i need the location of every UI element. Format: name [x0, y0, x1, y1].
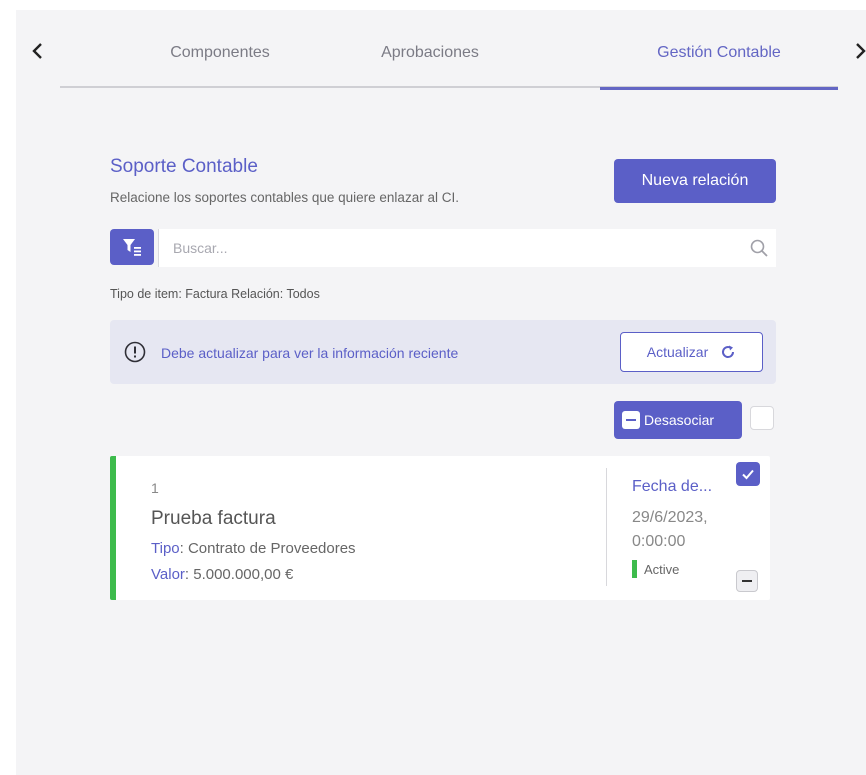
status-text: Active — [644, 561, 680, 577]
card-date-value: 29/6/2023, 0:00:00 — [632, 509, 708, 550]
status-badge: Active — [632, 560, 679, 578]
alert-message: Debe actualizar para ver la información … — [161, 345, 459, 361]
card-type: Tipo: Contrato de Proveedores — [151, 540, 356, 557]
select-all-checkbox[interactable] — [750, 406, 774, 430]
minus-icon — [742, 580, 752, 582]
search-icon[interactable] — [742, 231, 776, 265]
card-date-label: Fecha de... — [632, 478, 713, 495]
chevron-right-icon[interactable] — [848, 36, 866, 66]
refresh-icon — [722, 345, 735, 358]
collapse-button[interactable] — [736, 570, 758, 592]
refresh-button[interactable]: Actualizar — [620, 332, 763, 372]
tab-gestion-contable[interactable]: Gestión Contable — [600, 36, 838, 90]
filter-icon — [123, 239, 141, 256]
card-value-label: Valor — [151, 566, 185, 583]
search-input[interactable] — [159, 229, 742, 267]
chevron-left-icon[interactable] — [26, 36, 50, 66]
tab-componentes[interactable]: Componentes — [130, 36, 310, 88]
search-box — [158, 229, 776, 267]
card-type-label: Tipo — [151, 540, 180, 557]
section-title: Soporte Contable — [110, 156, 258, 177]
filter-summary: Tipo de item: Factura Relación: Todos — [110, 287, 320, 301]
new-relation-button[interactable]: Nueva relación — [614, 159, 776, 203]
refresh-alert: Debe actualizar para ver la información … — [110, 320, 776, 384]
check-icon — [742, 469, 754, 480]
tab-bar: Componentes Aprobaciones Gestión Contabl… — [60, 36, 838, 90]
support-card[interactable]: 1 Prueba factura Tipo: Contrato de Prove… — [110, 456, 770, 600]
filter-button[interactable] — [110, 229, 154, 265]
main-panel — [16, 10, 866, 775]
card-type-value: : Contrato de Proveedores — [179, 540, 356, 557]
card-value: Valor: 5.000.000,00 € — [151, 566, 293, 583]
info-exclamation-icon — [124, 341, 146, 363]
card-title: Prueba factura — [151, 508, 276, 529]
card-divider — [606, 468, 607, 586]
tab-aprobaciones[interactable]: Aprobaciones — [320, 36, 540, 88]
card-checkbox[interactable] — [736, 462, 760, 486]
refresh-button-label: Actualizar — [646, 344, 709, 360]
unlink-button[interactable]: Desasociar — [614, 401, 742, 439]
minus-icon — [622, 411, 640, 429]
status-indicator — [632, 560, 637, 578]
card-number: 1 — [151, 480, 159, 496]
unlink-button-label: Desasociar — [644, 412, 715, 428]
card-value-amount: : 5.000.000,00 € — [184, 566, 294, 583]
section-subtitle: Relacione los soportes contables que qui… — [110, 190, 459, 205]
